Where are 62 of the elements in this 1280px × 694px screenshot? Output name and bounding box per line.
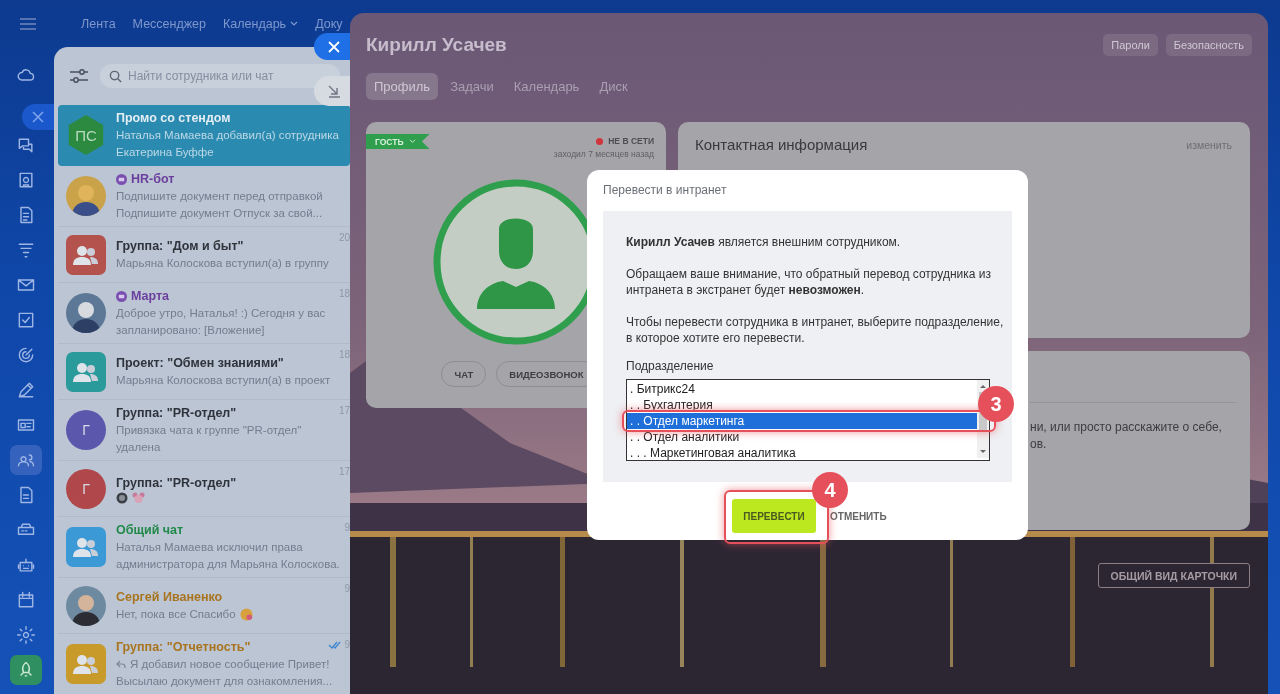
dialog-text: Обращаем ваше внимание, что обратный перевод сотрудника из интранета в экстранет будет невозможен. — [626, 266, 992, 298]
field-label: Подразделение — [626, 359, 715, 373]
nav-link[interactable]: Доку — [315, 16, 343, 31]
card-title: Контактная информация — [695, 136, 868, 153]
chat-name: Проект: "Обмен знаниями" — [116, 355, 284, 372]
message-preview: Высылаю документ для ознакомления... — [116, 674, 333, 689]
search-field[interactable]: Найти сотрудника или чат — [100, 64, 340, 88]
chat-name: Марта — [131, 288, 170, 305]
chat-name: Промо со стендом — [116, 110, 231, 127]
nav-link[interactable]: Календарь — [223, 16, 299, 31]
avatar-initials: Г — [66, 468, 106, 509]
chat-name: HR-бот — [131, 171, 175, 188]
about-text: ов. — [1030, 436, 1047, 453]
message-preview: Привязка чата к группе "PR-отдел" — [116, 423, 302, 438]
tab[interactable]: Профиль — [366, 73, 439, 100]
chat-name: Группа: "Отчетность" — [116, 639, 251, 656]
chat-name: Общий чат — [116, 522, 184, 539]
chat-name: Группа: "PR-отдел" — [116, 405, 237, 422]
tab[interactable]: Календарь — [505, 73, 588, 100]
nav-link[interactable]: Мессенджер — [132, 16, 207, 31]
avatar-initials: Г — [66, 410, 106, 450]
message-preview: запланировано: [Вложение] — [116, 323, 265, 338]
chat-name: Группа: "PR-отдел" — [116, 474, 237, 492]
chat-item[interactable]: HR-бот Подпишите документ перед отправкой Подпишите документ Отпуск за свой... — [58, 166, 350, 227]
header-button[interactable]: Безопасность — [1165, 34, 1252, 56]
message-preview: Марьяна Колоскова вступил(а) в проект — [116, 373, 331, 388]
message-preview: Нет, пока все Спасибо — [116, 607, 236, 622]
message-preview: Наталья Мамаева добавил(а) сотрудника — [116, 128, 339, 143]
header-button[interactable]: Пароли — [1103, 34, 1158, 56]
tab[interactable]: Задачи — [442, 73, 502, 100]
message-preview: Я добавил новое сообщение Привет! — [130, 657, 330, 672]
guest-badge[interactable]: ГОСТЬ — [366, 134, 430, 149]
message-preview: Подпишите документ перед отправкой — [116, 189, 323, 204]
message-preview: Екатерина Буффе — [116, 145, 214, 160]
list-option[interactable]: . . . Маркетинговая аналитика — [627, 445, 977, 461]
message-preview: Наталья Мамаева исключил права — [116, 540, 303, 555]
dialog-text: Чтобы перевести сотрудника в интранет, выберите подразделение, в которое хотите его перевести. — [626, 314, 1005, 346]
list-option[interactable]: . . Бухгалтерия — [627, 397, 977, 413]
dialog-title: Перевести в интранет — [603, 183, 728, 197]
profile-name: Кирилл Усачев — [366, 34, 507, 56]
cancel-button[interactable]: ОТМЕНИТЬ — [830, 510, 887, 522]
message-preview: удалена — [116, 440, 161, 455]
list-option[interactable]: . Битрикс24 — [627, 381, 977, 397]
avatar-initials: ПС — [66, 115, 106, 155]
card-view-button[interactable]: ОБЩИЙ ВИД КАРТОЧКИ — [1097, 563, 1250, 588]
list-option[interactable]: . . Отдел маркетинга — [627, 413, 977, 429]
status-label: НЕ В СЕТИ — [608, 136, 654, 146]
message-preview: Подпишите документ Отпуск за свой... — [116, 206, 323, 221]
message-preview: администратора для Марьяна Колоскова. — [116, 557, 340, 572]
nav-link[interactable]: Лента — [81, 16, 116, 31]
list-option[interactable]: . . Отдел аналитики — [627, 429, 977, 445]
about-text: ни, или просто расскажите о себе, — [1030, 419, 1222, 436]
message-preview: Марьяна Колоскова вступил(а) в группу — [116, 256, 329, 271]
chat-name: Группа: "Дом и быт" — [116, 238, 244, 255]
dialog-text: Кирилл Усачев является внешним сотрудником. — [626, 234, 902, 250]
chat-name: Сергей Иваненко — [116, 589, 223, 606]
department-list[interactable]: . Битрикс24 . . Бухгалтерия . . Отдел маркетинга . . Отдел аналитики . . . Маркетинговая аналитика — [626, 379, 990, 461]
chat-item[interactable]: ПС Промо со стендом Наталья Мамаева добавил(а) сотрудника Екатерина Буффе — [58, 105, 350, 166]
last-seen: заходил 7 месяцев назад — [553, 149, 654, 159]
tab[interactable]: Диск — [591, 73, 636, 100]
message-preview: Доброе утро, Наталья! :) Сегодня у вас — [116, 306, 326, 321]
confirm-button[interactable]: ПЕРЕВЕСТИ — [732, 499, 816, 533]
